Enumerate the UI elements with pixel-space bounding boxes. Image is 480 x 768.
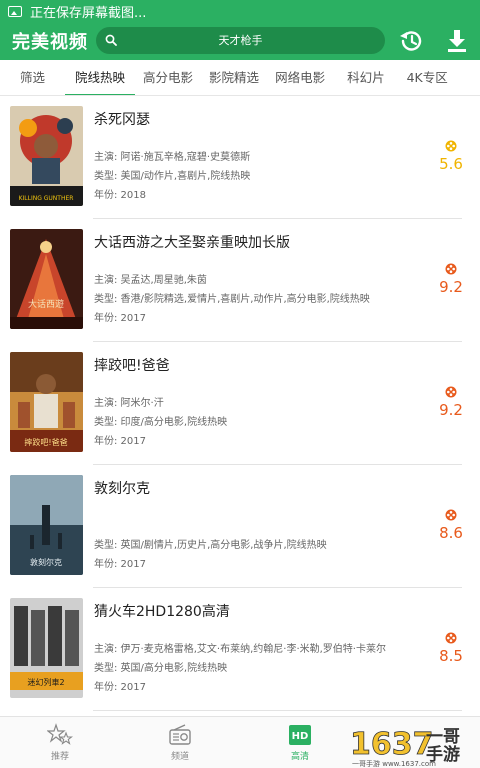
movie-type: 类型: 英国/剧情片,历史片,高分电影,战争片,院线热映 (94, 540, 327, 551)
svg-text:一哥: 一哥 (426, 727, 460, 747)
score-block: 8.5 (436, 632, 466, 665)
movie-title: 摔跤吧!爸爸 (94, 358, 170, 374)
nav-recommend[interactable]: 推荐 (30, 723, 90, 762)
poster-title: KILLING GUNTHER (19, 195, 74, 202)
tab-sci-fi[interactable]: 科幻片 (333, 60, 399, 95)
movie-score: 8.6 (439, 524, 463, 542)
status-bar: 正在保存屏幕截图... (0, 0, 480, 22)
search-input[interactable] (96, 27, 385, 54)
app-bar: 完美视频 (0, 22, 480, 60)
download-icon[interactable] (445, 28, 469, 54)
svg-text:一哥手游 www.1637.com: 一哥手游 www.1637.com (352, 759, 436, 768)
stars-icon (47, 723, 73, 745)
movie-poster[interactable]: 大话西遊 (10, 229, 83, 329)
category-tabs: 筛选 院线热映 高分电影 影院精选 网络电影 科幻片 4K专区 (0, 60, 480, 96)
poster-title: 摔跤吧!爸爸 (24, 437, 67, 447)
movie-actors: 主演: 阿诺·施瓦辛格,寇碧·史莫德斯 (94, 152, 251, 163)
tab-cinema-selected[interactable]: 影院精选 (201, 60, 267, 95)
radio-icon (169, 724, 191, 745)
search-box[interactable] (96, 27, 385, 54)
poster-title: 迷幻列車2 (27, 677, 64, 687)
movie-year: 年份: 2017 (94, 313, 146, 324)
score-block: 8.6 (436, 509, 466, 542)
movie-type: 类型: 英国/高分电影,院线热映 (94, 663, 228, 674)
movie-poster[interactable]: KILLING GUNTHER (10, 106, 83, 206)
movie-row[interactable]: KILLING GUNTHER 杀死冈瑟 主演: 阿诺·施瓦辛格,寇碧·史莫德斯… (0, 96, 480, 219)
movie-type: 类型: 香港/影院精选,爱情片,喜剧片,动作片,高分电影,院线热映 (94, 294, 370, 305)
movie-year: 年份: 2017 (94, 682, 146, 693)
movie-score: 5.6 (439, 155, 463, 173)
movie-type: 类型: 印度/高分电影,院线热映 (94, 417, 228, 428)
nav-channel[interactable]: 频道 (150, 723, 210, 762)
movie-row[interactable]: 迷幻列車2 猜火车2HD1280高清 主演: 伊万·麦克格雷格,艾文·布莱纳,约… (0, 588, 480, 711)
movie-actors: 主演: 伊万·麦克格雷格,艾文·布莱纳,约翰尼·李·米勒,罗伯特·卡莱尔 (94, 644, 386, 655)
film-reel-icon (445, 140, 457, 152)
film-reel-icon (445, 632, 457, 644)
movie-list: KILLING GUNTHER 杀死冈瑟 主演: 阿诺·施瓦辛格,寇碧·史莫德斯… (0, 96, 480, 716)
movie-score: 9.2 (439, 401, 463, 419)
search-icon (105, 34, 117, 46)
row-divider (93, 710, 462, 711)
tab-high-score[interactable]: 高分电影 (135, 60, 201, 95)
movie-row[interactable]: 大话西遊 大话西游之大圣娶亲重映加长版 主演: 吴孟达,周星驰,朱茵 类型: 香… (0, 219, 480, 342)
nav-label: 频道 (170, 752, 189, 762)
film-reel-icon (445, 263, 457, 275)
film-reel-icon (445, 509, 457, 521)
svg-text:HD: HD (292, 731, 309, 742)
nav-hd[interactable]: HD 高清 (270, 723, 330, 762)
movie-year: 年份: 2017 (94, 436, 146, 447)
status-text: 正在保存屏幕截图... (30, 5, 147, 21)
movie-year: 年份: 2017 (94, 559, 146, 570)
tab-web-movies[interactable]: 网络电影 (267, 60, 333, 95)
hd-icon: HD (289, 725, 311, 745)
movie-score: 9.2 (439, 278, 463, 296)
movie-type: 类型: 美国/动作片,喜剧片,院线热映 (94, 171, 251, 182)
score-block: 9.2 (436, 263, 466, 296)
movie-score: 8.5 (439, 647, 463, 665)
history-icon[interactable] (398, 28, 424, 54)
poster-title: 大话西遊 (28, 298, 64, 310)
tab-4k[interactable]: 4K专区 (399, 60, 456, 95)
movie-row[interactable]: 敦刻尔克 敦刻尔克 类型: 英国/剧情片,历史片,高分电影,战争片,院线热映 年… (0, 465, 480, 588)
watermark-logo: 1637 一哥 手游 一哥手游 www.1637.com (350, 727, 460, 768)
movie-poster[interactable]: 敦刻尔克 (10, 475, 83, 575)
svg-text:1637: 1637 (350, 727, 434, 762)
movie-poster[interactable]: 摔跤吧!爸爸 (10, 352, 83, 452)
movie-year: 年份: 2018 (94, 190, 146, 201)
score-block: 9.2 (436, 386, 466, 419)
tab-filter[interactable]: 筛选 (0, 60, 65, 95)
movie-row[interactable]: 摔跤吧!爸爸 摔跤吧!爸爸 主演: 阿米尔·汗 类型: 印度/高分电影,院线热映… (0, 342, 480, 465)
app-title: 完美视频 (12, 32, 88, 53)
movie-poster[interactable]: 迷幻列車2 (10, 598, 83, 698)
movie-title: 猜火车2HD1280高清 (94, 604, 230, 620)
nav-label: 高清 (290, 752, 309, 762)
movie-title: 大话西游之大圣娶亲重映加长版 (94, 235, 290, 251)
screenshot-icon (8, 5, 22, 17)
film-reel-icon (445, 386, 457, 398)
movie-actors: 主演: 阿米尔·汗 (94, 398, 164, 409)
movie-title: 杀死冈瑟 (94, 112, 150, 128)
tab-in-theaters[interactable]: 院线热映 (65, 60, 136, 95)
movie-title: 敦刻尔克 (94, 481, 150, 497)
poster-title: 敦刻尔克 (30, 557, 62, 567)
movie-actors: 主演: 吴孟达,周星驰,朱茵 (94, 275, 207, 286)
nav-label: 推荐 (50, 752, 69, 762)
score-block: 5.6 (436, 140, 466, 173)
